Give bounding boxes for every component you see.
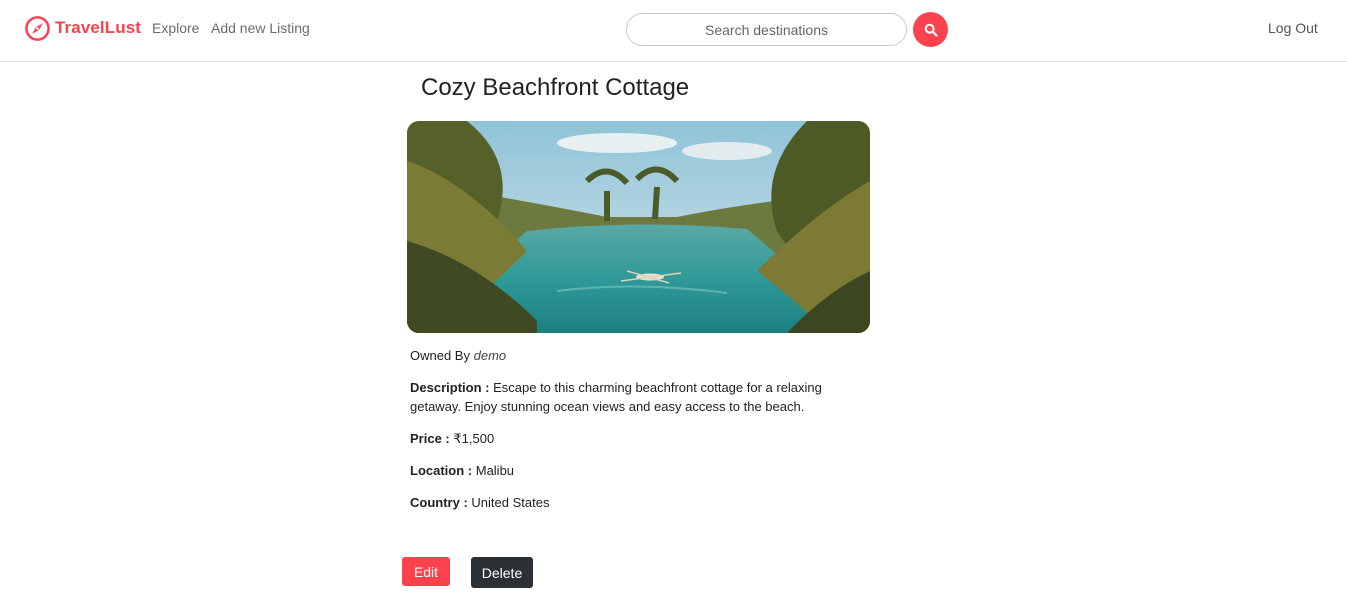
country-label: Country : [410,495,468,510]
listing-description: Description : Escape to this charming be… [410,378,860,416]
search-input[interactable] [626,13,907,46]
location-label: Location : [410,463,473,478]
owner-name: demo [473,348,507,363]
compass-icon [25,15,50,41]
navbar: TravelLust Explore Add new Listing Log O… [0,0,1347,62]
price-label: Price : [410,431,450,446]
description-label: Description : [410,380,490,395]
search-icon [924,23,938,37]
listing-country: Country : United States [410,493,549,512]
country-value: United States [471,495,550,510]
listing-image [407,121,870,333]
owned-by-label: Owned By [410,348,470,363]
nav-add-listing-link[interactable]: Add new Listing [211,20,310,36]
location-value: Malibu [475,463,515,478]
price-value: ₹1,500 [453,431,495,446]
brand-name: TravelLust [55,18,142,37]
nav-explore-link[interactable]: Explore [152,20,199,36]
search-button[interactable] [913,12,948,47]
listing-title: Cozy Beachfront Cottage [421,74,690,101]
listing-price: Price : ₹1,500 [410,429,494,448]
logout-link[interactable]: Log Out [1268,20,1318,36]
edit-button[interactable]: Edit [402,557,450,586]
listing-location: Location : Malibu [410,461,514,480]
brand-logo[interactable]: TravelLust [24,14,141,42]
delete-button[interactable]: Delete [471,557,533,588]
listing-owner: Owned By demo [410,346,506,365]
